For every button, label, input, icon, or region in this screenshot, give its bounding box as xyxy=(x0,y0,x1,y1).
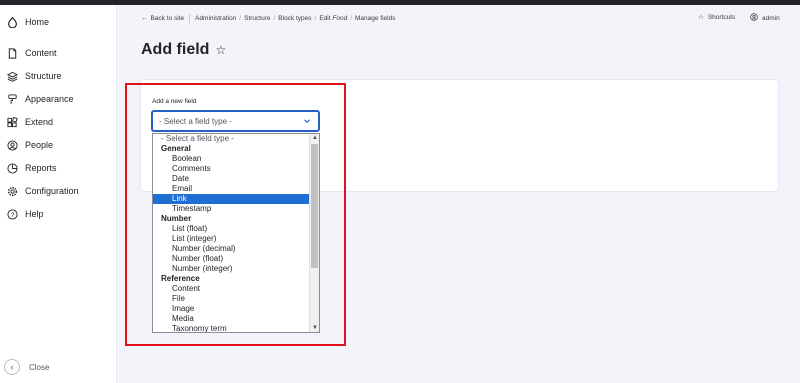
sidebar-item-configuration[interactable]: Configuration xyxy=(6,183,79,199)
sidebar-item-reports[interactable]: Reports xyxy=(6,160,57,176)
back-to-site-label: Back to site xyxy=(150,15,185,22)
page-title-text: Add field xyxy=(141,41,210,58)
sidebar-item-extend[interactable]: Extend xyxy=(6,114,53,130)
sidebar-close-button[interactable]: ‹ Close xyxy=(4,359,49,375)
user-circle-icon xyxy=(6,139,18,151)
gear-icon xyxy=(6,185,18,197)
arrow-left-icon: ← xyxy=(141,15,148,22)
breadcrumb-edit-emphasis: Food xyxy=(332,15,348,22)
breadcrumb-divider xyxy=(189,14,191,23)
breadcrumb-link-edit[interactable]: Edit Food xyxy=(319,15,347,22)
shortcuts-link[interactable]: ☆ Shortcuts xyxy=(698,13,736,22)
chevron-left-icon: ‹ xyxy=(4,359,20,375)
breadcrumb-separator: / xyxy=(239,15,242,22)
breadcrumb-link-administration[interactable]: Administration xyxy=(195,15,236,22)
add-to-shortcuts-star-icon[interactable]: ☆ xyxy=(215,43,226,57)
document-icon xyxy=(6,47,18,59)
breadcrumb-link-structure[interactable]: Structure xyxy=(244,15,270,22)
sidebar-item-label: People xyxy=(25,140,54,150)
sidebar-item-appearance[interactable]: Appearance xyxy=(6,91,74,107)
sidebar-item-help[interactable]: ? Help xyxy=(6,206,44,222)
sidebar-home-label: Home xyxy=(25,17,50,27)
admin-sidebar: Home Content Structure Appearance Extend… xyxy=(0,5,117,383)
user-icon xyxy=(750,13,758,23)
layers-icon xyxy=(6,70,18,82)
breadcrumb-current-manage-fields: Manage fields xyxy=(355,15,396,22)
page-title: Add field ☆ xyxy=(141,41,226,59)
sidebar-item-people[interactable]: People xyxy=(6,137,53,153)
back-to-site-link[interactable]: ← Back to site xyxy=(141,15,184,22)
breadcrumb-edit-prefix: Edit xyxy=(319,15,333,22)
sidebar-item-label: Structure xyxy=(25,71,62,81)
sidebar-close-label: Close xyxy=(29,362,50,372)
sidebar-home[interactable]: Home xyxy=(6,14,49,30)
breadcrumb-separator: / xyxy=(273,15,276,22)
puzzle-icon xyxy=(6,116,18,128)
sidebar-item-content[interactable]: Content xyxy=(6,45,57,61)
svg-text:?: ? xyxy=(10,211,14,218)
sidebar-item-label: Help xyxy=(25,209,44,219)
help-icon: ? xyxy=(6,208,18,220)
breadcrumb: ← Back to site Administration / Structur… xyxy=(141,14,396,23)
breadcrumb-separator: / xyxy=(350,15,353,22)
breadcrumb-separator: / xyxy=(314,15,317,22)
user-name: admin xyxy=(762,14,780,22)
sidebar-item-structure[interactable]: Structure xyxy=(6,68,62,84)
red-highlight-box xyxy=(125,83,346,346)
sidebar-item-label: Configuration xyxy=(25,186,79,196)
top-toolbar-bar xyxy=(0,0,800,5)
sidebar-item-label: Reports xyxy=(25,163,57,173)
star-icon: ☆ xyxy=(698,14,704,21)
sidebar-item-label: Appearance xyxy=(25,94,74,104)
breadcrumb-link-block-types[interactable]: Block types xyxy=(278,15,311,22)
drupal-drop-icon xyxy=(6,16,18,28)
pie-chart-icon xyxy=(6,162,18,174)
user-menu[interactable]: admin xyxy=(750,13,780,23)
sidebar-item-label: Extend xyxy=(25,117,54,127)
shortcuts-label: Shortcuts xyxy=(707,13,736,21)
sidebar-item-label: Content xyxy=(25,48,57,58)
paint-roller-icon xyxy=(6,93,18,105)
